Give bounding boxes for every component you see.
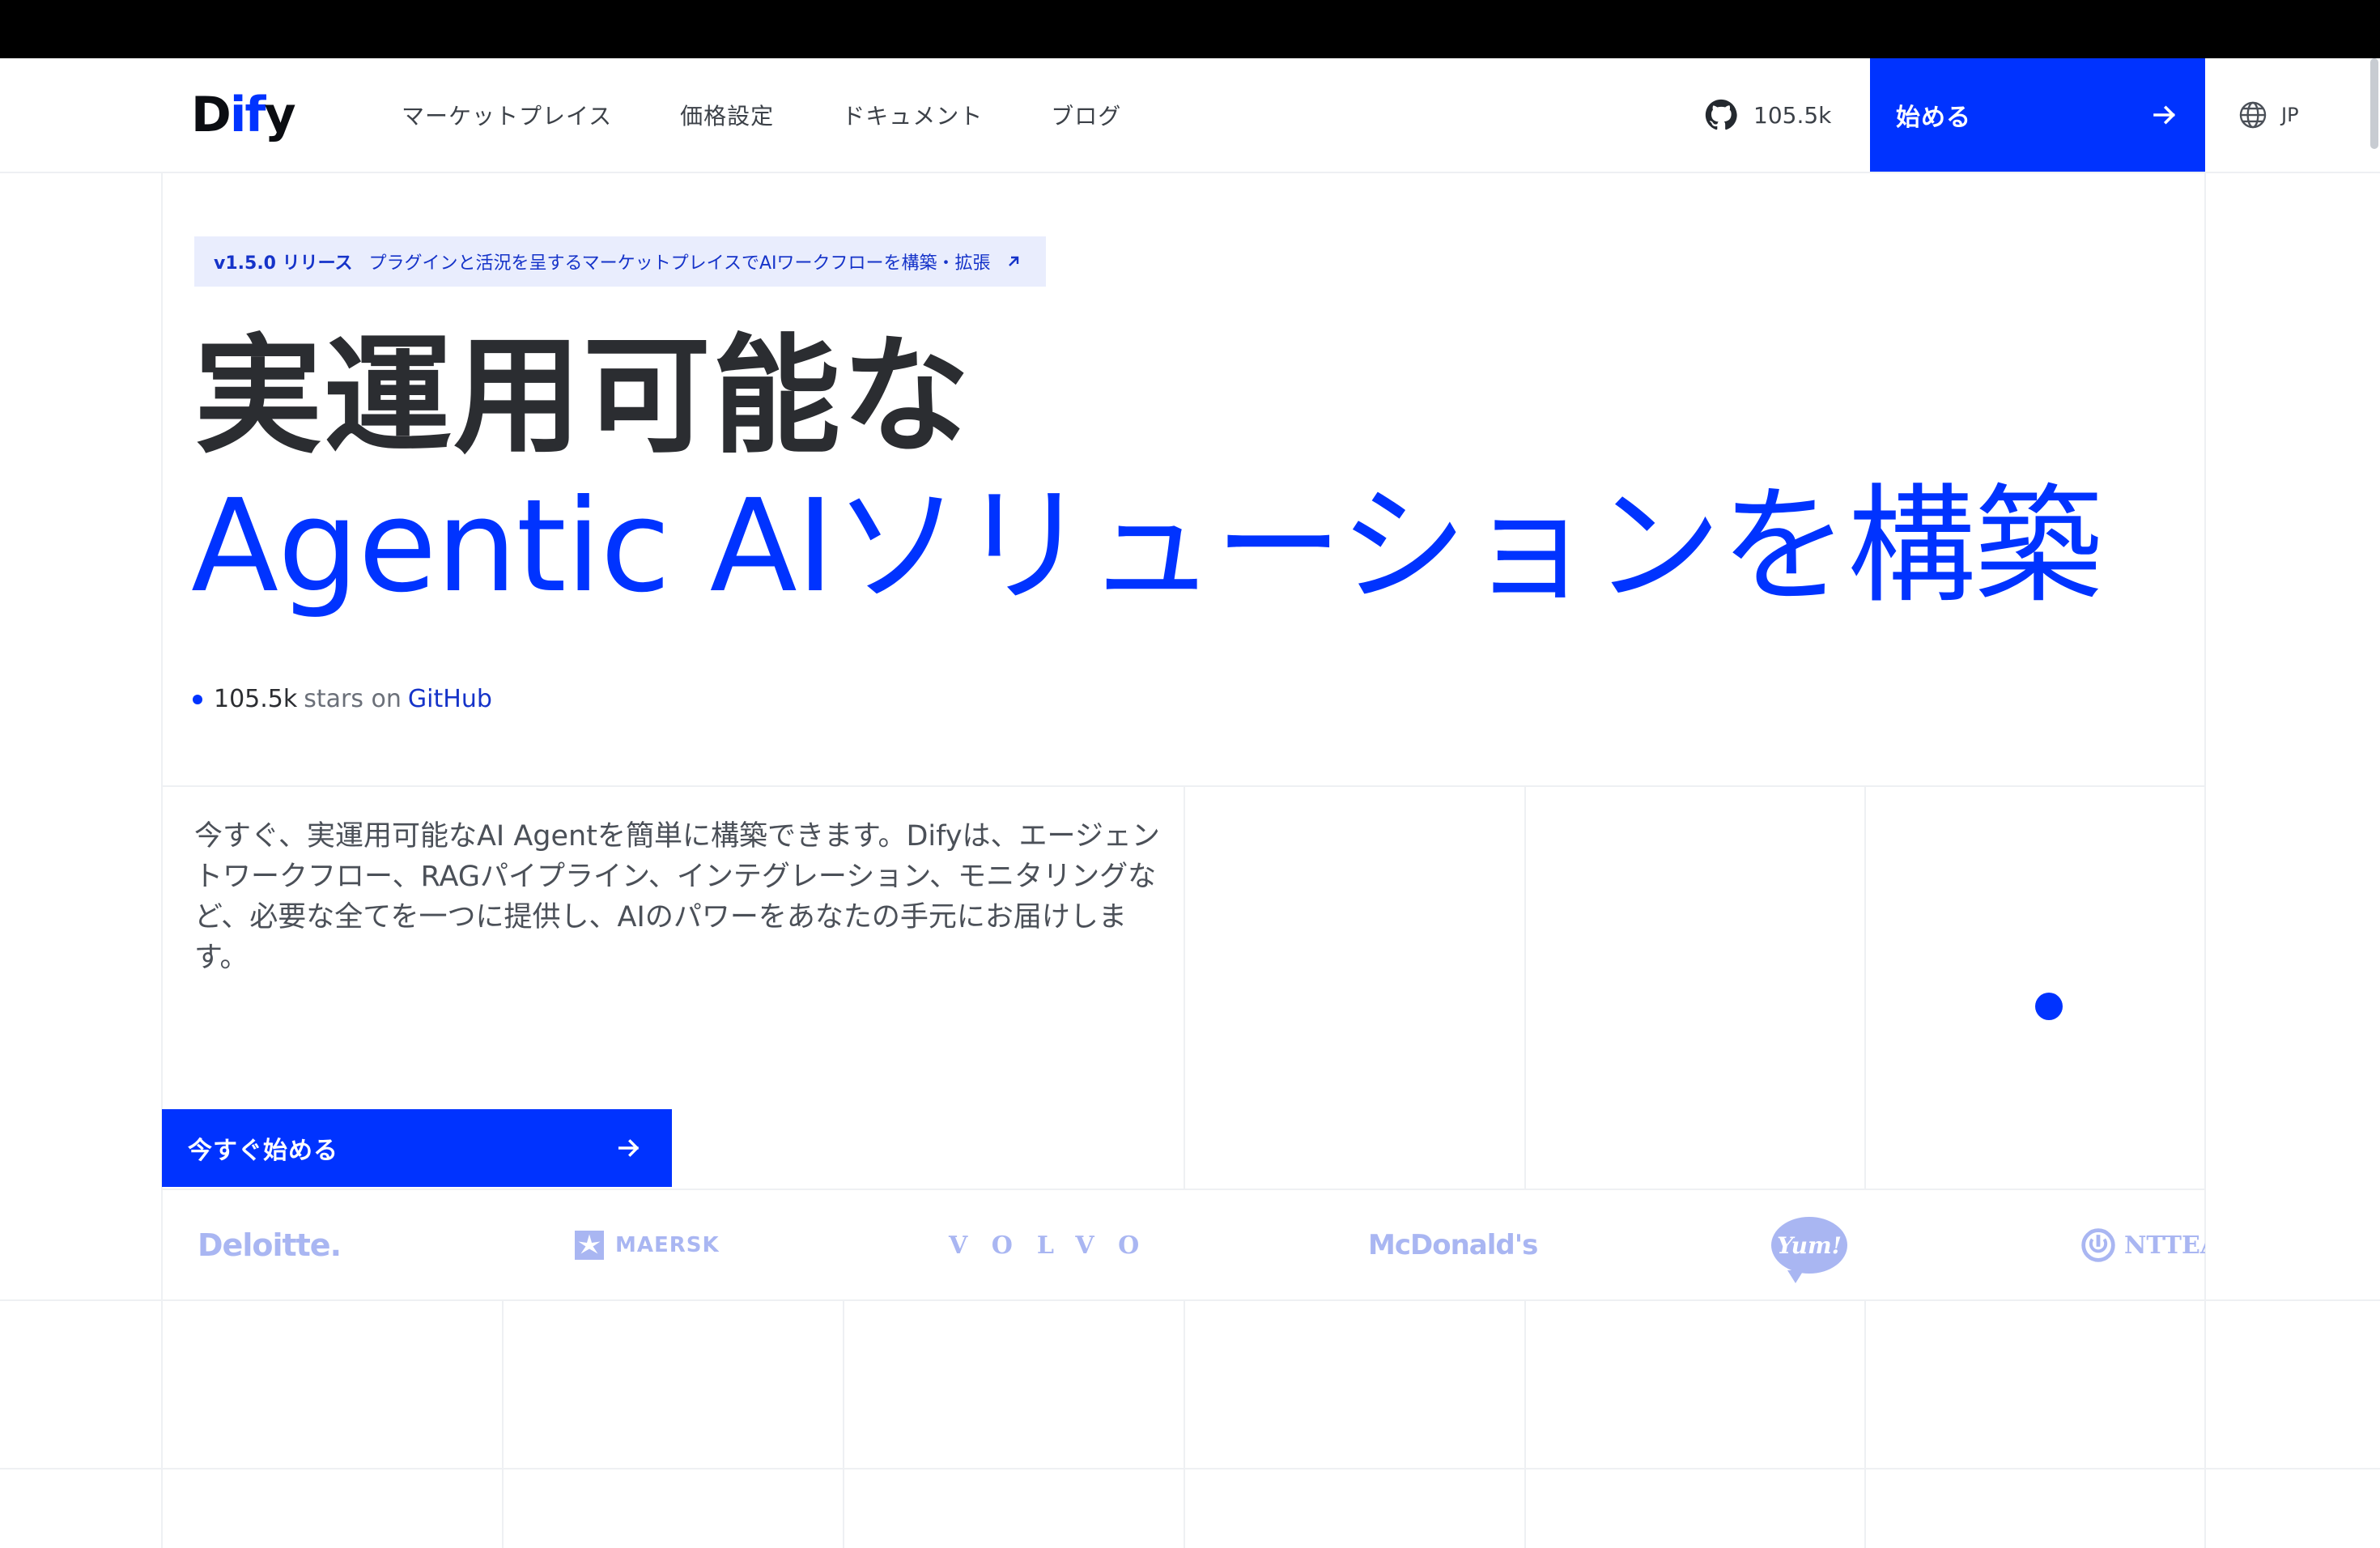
- language-label: JP: [2281, 104, 2299, 126]
- frame-line: [502, 1300, 504, 1548]
- arrow-right-icon: [618, 1139, 640, 1157]
- github-stars-count: 105.5k: [1753, 101, 1832, 129]
- logo-deloitte-text: Deloitte.: [198, 1227, 342, 1263]
- github-stars-line: 105.5k stars on GitHub: [193, 685, 492, 713]
- arrow-right-icon: [2153, 105, 2176, 125]
- yum-bubble-tail: [1787, 1270, 1804, 1283]
- logo-letter: i: [229, 87, 247, 143]
- release-text: プラグインと活況を呈するマーケットプレイスでAIワークフローを構築・拡張: [368, 253, 991, 274]
- hero-title-line2: Agentic AIソリューションを構築: [191, 472, 2102, 621]
- header-start-label: 始める: [1896, 104, 1971, 132]
- stars-text: stars on: [304, 685, 402, 713]
- frame-line: [161, 172, 163, 1548]
- language-switcher[interactable]: JP: [2238, 58, 2299, 172]
- nav-marketplace[interactable]: マーケットプレイス: [402, 99, 612, 131]
- main-nav: マーケットプレイス 価格設定 ドキュメント ブログ: [402, 58, 1189, 172]
- logo-volvo-text: VOLVO: [949, 1231, 1164, 1260]
- frame-line: [2204, 172, 2206, 1548]
- logo-letter: y: [264, 87, 296, 143]
- logo-letter: f: [244, 87, 266, 143]
- decorative-dot: [2035, 993, 2063, 1020]
- frame-line: [1184, 1300, 1185, 1548]
- frame-line: [1524, 1300, 1526, 1548]
- status-dot: [193, 694, 202, 704]
- release-version: v1.5.0 リリース: [214, 253, 353, 274]
- site-header: Dify マーケットプレイス 価格設定 ドキュメント ブログ 105.5k 始め…: [0, 58, 2380, 173]
- logo-volvo: VOLVO: [949, 1190, 1163, 1300]
- logo-maersk: MAERSK: [575, 1190, 720, 1300]
- page-scrollbar[interactable]: [2370, 58, 2378, 149]
- dify-logo[interactable]: Dify: [191, 83, 296, 147]
- logo-maersk-text: MAERSK: [615, 1233, 720, 1257]
- yum-bubble: Yum!: [1771, 1217, 1847, 1283]
- frame-line: [1864, 1300, 1866, 1548]
- frame-line: [1524, 785, 1526, 1190]
- stars-count: 105.5k: [214, 685, 298, 713]
- logo-mcdonalds-text: McDonald's: [1368, 1229, 1538, 1261]
- logo-yum-text: Yum!: [1777, 1231, 1842, 1259]
- maersk-star-icon: [575, 1231, 604, 1260]
- header-start-button[interactable]: 始める: [1870, 58, 2205, 172]
- github-stars-link[interactable]: 105.5k: [1705, 58, 1831, 172]
- page: Dify マーケットプレイス 価格設定 ドキュメント ブログ 105.5k 始め…: [0, 0, 2380, 1548]
- frame-line: [1184, 785, 1185, 1190]
- nav-blog[interactable]: ブログ: [1051, 99, 1121, 131]
- logo-ntteast: NTTEAST: [2080, 1190, 2205, 1300]
- hero-title-line1: 実運用可能な: [194, 322, 971, 471]
- github-link[interactable]: GitHub: [408, 685, 492, 713]
- logo-deloitte: Deloitte.: [198, 1190, 342, 1300]
- hero-description: 今すぐ、実運用可能なAI Agentを簡単に構築できます。Difyは、エージェン…: [194, 820, 1160, 974]
- ntt-logo-icon: [2081, 1228, 2115, 1262]
- github-icon: [1705, 99, 1737, 130]
- nav-docs[interactable]: ドキュメント: [842, 99, 983, 131]
- globe-icon: [2239, 101, 2267, 129]
- frame-line: [0, 1468, 2380, 1469]
- frame-line: [1864, 785, 1866, 1190]
- logo-letter: D: [191, 87, 232, 143]
- logo-mcdonalds: McDonald's: [1368, 1190, 1538, 1300]
- browser-top-bar: [0, 0, 2380, 58]
- arrow-up-right-icon: [1008, 256, 1018, 266]
- nav-pricing[interactable]: 価格設定: [680, 99, 774, 131]
- frame-line: [843, 1300, 844, 1548]
- logo-ntteast-text: NTTEAST: [2124, 1231, 2205, 1260]
- start-now-label: 今すぐ始める: [188, 1137, 338, 1165]
- start-now-button[interactable]: 今すぐ始める: [162, 1109, 672, 1187]
- logo-yum: Yum!: [1771, 1190, 1847, 1300]
- customer-logos: Deloitte. MAERSK VOLVO McDonald's Yum! N…: [162, 1190, 2205, 1300]
- release-banner[interactable]: v1.5.0 リリース プラグインと活況を呈するマーケットプレイスでAIワークフ…: [194, 236, 1046, 287]
